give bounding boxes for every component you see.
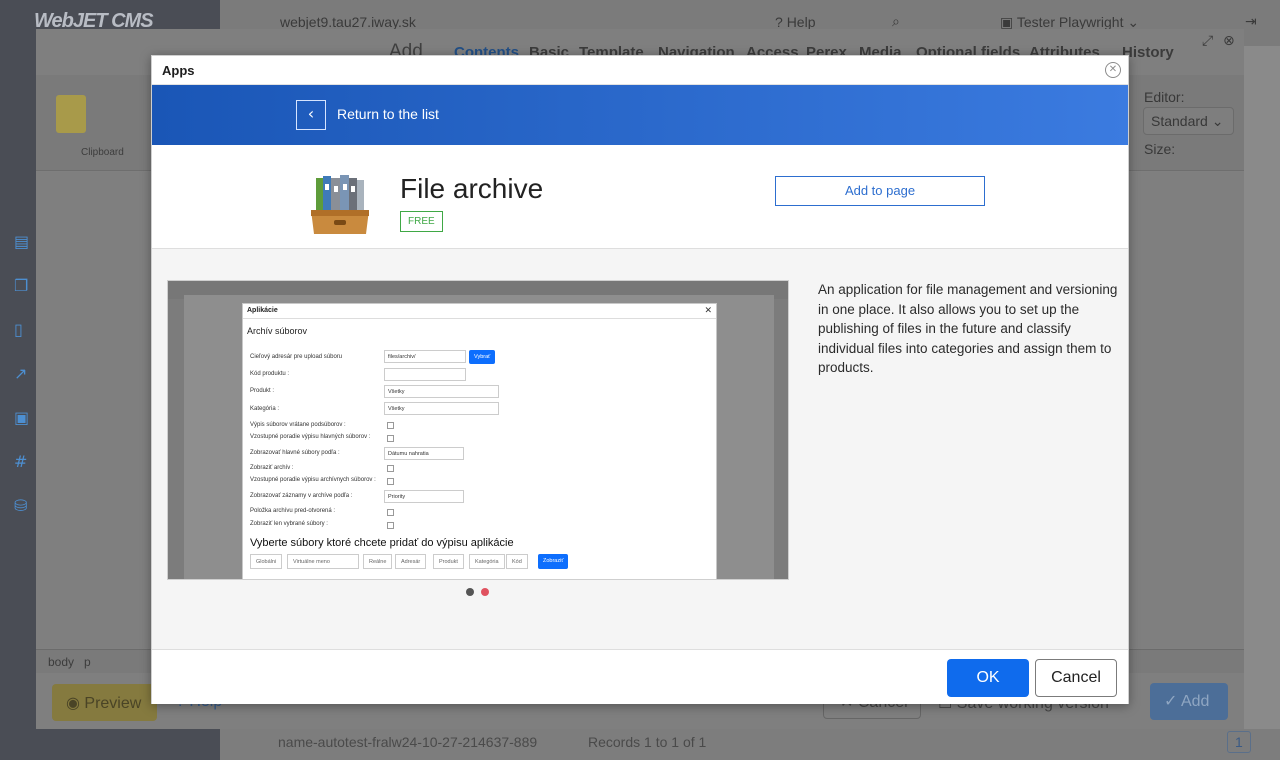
- hash-icon[interactable]: #: [14, 452, 32, 471]
- modal-close-icon[interactable]: ✕: [1105, 62, 1121, 78]
- screenshot-row-label: Kategória :: [250, 406, 280, 412]
- domain-label[interactable]: webjet9.tau27.iway.sk: [280, 14, 416, 30]
- editor-type-select[interactable]: Standard ⌄: [1143, 107, 1234, 135]
- screenshot-close-icon: ✕: [704, 305, 712, 315]
- logout-icon[interactable]: ⇥: [1245, 14, 1257, 30]
- screenshot-dialog: Aplikácie ✕ Archív súborov Cieľový adres…: [242, 303, 717, 579]
- screenshot-checkbox: [387, 422, 394, 429]
- gallery-dot-1[interactable]: [466, 588, 474, 596]
- screenshot-show-button: Zobraziť: [538, 554, 569, 569]
- screenshot-product-code-field: [384, 368, 466, 381]
- path-body[interactable]: body: [48, 655, 74, 669]
- screenshot-row-label: Cieľový adresár pre upload súboru: [250, 354, 343, 360]
- return-to-list-link[interactable]: Return to the list: [337, 106, 439, 122]
- screenshot-checkbox: [387, 465, 394, 472]
- screenshot-filter-chip: Virtuálne meno: [287, 554, 359, 569]
- screenshot-category-select: Všetky: [384, 402, 499, 415]
- screenshot-filter-chip: Kategória: [469, 554, 505, 569]
- maximize-icon[interactable]: ⤢: [1202, 33, 1213, 49]
- screenshot-heading: Vyberte súbory ktoré chcete pridať do vý…: [250, 537, 514, 549]
- tab-history[interactable]: History: [1122, 44, 1174, 61]
- bottom-bar: name-autotest-fralw24-10-27-214637-889 R…: [220, 729, 1280, 760]
- path-p[interactable]: p: [84, 655, 91, 669]
- screenshot-filter-chip: Produkt: [433, 554, 464, 569]
- editor-type-value: Standard: [1151, 113, 1208, 129]
- modal-header: Apps ✕: [152, 56, 1128, 85]
- close-icon[interactable]: ⊗: [1223, 33, 1235, 49]
- screenshot-row-label: Výpis súborov vrátane podsúborov :: [250, 422, 346, 428]
- preview-label: Preview: [84, 695, 142, 712]
- screenshot-filter-chip: Globálni: [250, 554, 283, 569]
- app-screenshot-gallery[interactable]: Aplikácie ✕ Archív súborov Cieľový adres…: [167, 280, 789, 580]
- add-label: Add: [1180, 693, 1210, 710]
- editor-type-label: Editor:: [1144, 89, 1185, 105]
- screenshot-dialog-header: Aplikácie ✕: [243, 304, 716, 319]
- screenshot-checkbox: [387, 478, 394, 485]
- app-hero-bar: ‹ Return to the list: [152, 85, 1128, 145]
- app-name: File archive: [400, 173, 544, 204]
- screenshot-row-label: Zobrazovať hlavné súbory podľa :: [250, 450, 340, 456]
- screenshot-checkbox: [387, 509, 394, 516]
- screenshot-subtitle: Archív súborov: [247, 326, 308, 336]
- paste-icon[interactable]: [56, 95, 86, 133]
- add-button[interactable]: ✓ Add: [1150, 683, 1228, 720]
- screenshot-upload-dir-field: files/archiv/: [384, 350, 466, 363]
- screenshot-sort-main-select: Dátumu nahratia: [384, 447, 464, 460]
- screenshot-row-label: Vzostupné poradie výpisu hlavných súboro…: [250, 434, 371, 440]
- copy-icon[interactable]: ❐: [14, 276, 32, 295]
- modal-title: Apps: [162, 63, 195, 78]
- page-1-button[interactable]: 1: [1227, 731, 1251, 753]
- help-link[interactable]: ? Help: [775, 14, 815, 30]
- media-icon[interactable]: ▣: [14, 408, 32, 427]
- screenshot-row-label: Kód produktu :: [250, 371, 290, 377]
- screenshot-checkbox: [387, 435, 394, 442]
- screenshot-dialog-title: Aplikácie: [247, 307, 278, 314]
- modal-footer: OK Cancel: [152, 649, 1128, 704]
- screenshot-row-label: Položka archívu pred-otvorená :: [250, 508, 336, 514]
- user-name: Tester Playwright: [1016, 14, 1124, 30]
- ok-button[interactable]: OK: [947, 659, 1029, 697]
- records-info: Records 1 to 1 of 1: [588, 734, 707, 750]
- file-archive-icon: [311, 175, 369, 234]
- apps-modal: Apps ✕ ‹ Return to the list File archive…: [151, 55, 1129, 704]
- size-label: Size:: [1144, 141, 1176, 157]
- search-icon[interactable]: ⌕: [892, 14, 900, 30]
- cancel-button[interactable]: Cancel: [1035, 659, 1117, 697]
- free-badge: FREE: [400, 211, 443, 232]
- database-icon[interactable]: ⛁: [14, 496, 32, 515]
- pages-icon[interactable]: ▤: [14, 232, 32, 251]
- screenshot-row-label: Vzostupné poradie výpisu archívnych súbo…: [250, 477, 376, 483]
- app-info-panel: File archive FREE Add to page: [152, 145, 1128, 249]
- screenshot-product-select: Všetky: [384, 385, 499, 398]
- screenshot-row-label: Produkt :: [250, 388, 275, 394]
- screenshot-filter-chip: Reálne: [363, 554, 393, 569]
- back-arrow-icon[interactable]: ‹: [296, 100, 326, 130]
- screenshot-filter-chip: Kód: [506, 554, 528, 569]
- screenshot-checkbox: [387, 522, 394, 529]
- external-link-icon[interactable]: ↗: [14, 364, 32, 383]
- clipboard-label: Clipboard: [81, 147, 124, 158]
- screenshot-row-label: Zobraziť len vybrané súbory :: [250, 521, 328, 527]
- document-icon[interactable]: ▯: [14, 320, 32, 339]
- screenshot-row-label: Zobrazovať záznamy v archíve podľa :: [250, 493, 353, 499]
- app-description: An application for file management and v…: [818, 282, 1118, 375]
- screenshot-select-button: Vybrať: [469, 350, 496, 364]
- gallery-dot-2[interactable]: [481, 588, 489, 596]
- screenshot-row-label: Zobraziť archív :: [250, 465, 294, 471]
- screenshot-sort-archive-select: Priority: [384, 490, 464, 503]
- help-link-label: Help: [786, 14, 816, 30]
- add-to-page-button[interactable]: Add to page: [775, 176, 985, 206]
- preview-button[interactable]: ◉ Preview: [52, 684, 157, 721]
- screenshot-filter-chip: Adresár: [395, 554, 427, 569]
- table-row-name[interactable]: name-autotest-fralw24-10-27-214637-889: [278, 734, 537, 750]
